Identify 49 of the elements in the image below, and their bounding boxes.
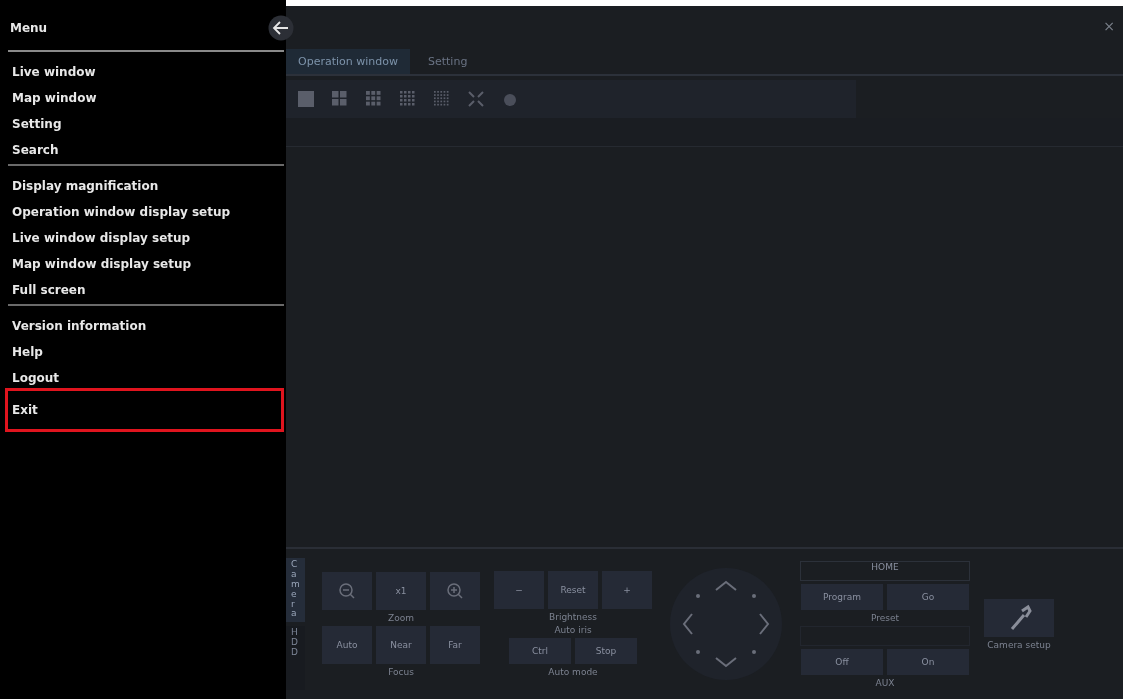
focus-button[interactable]: Auto bbox=[322, 625, 372, 664]
brightness-button[interactable]: − bbox=[494, 571, 544, 609]
tab[interactable]: Setting bbox=[416, 49, 480, 74]
layout-grid-icon[interactable] bbox=[330, 89, 350, 109]
iris-button[interactable]: Stop bbox=[575, 638, 637, 664]
brightness-button[interactable]: + bbox=[602, 571, 652, 609]
zoom-in-button[interactable] bbox=[430, 571, 480, 610]
preset-button[interactable]: Program bbox=[801, 583, 883, 610]
menu-item[interactable]: Search bbox=[5, 134, 284, 160]
preset-button[interactable]: Go bbox=[887, 583, 969, 610]
wrench-button[interactable] bbox=[984, 598, 1054, 637]
menu-item[interactable]: Map window bbox=[5, 82, 284, 108]
menu-item[interactable]: Display magnification bbox=[5, 170, 284, 196]
group-label: Camera setup bbox=[987, 639, 1051, 650]
menu-item[interactable]: Live window display setup bbox=[5, 222, 284, 248]
tab[interactable]: Operation window bbox=[286, 49, 410, 74]
zoom-button[interactable]: x1 bbox=[376, 571, 426, 610]
focus-button[interactable]: Near bbox=[376, 625, 426, 664]
menu-item[interactable]: Map window display setup bbox=[5, 248, 284, 274]
focus-button[interactable]: Far bbox=[430, 625, 480, 664]
brightness-button[interactable]: Reset bbox=[548, 571, 598, 609]
group-label: Preset bbox=[870, 612, 900, 623]
aux-button[interactable]: On bbox=[887, 648, 969, 675]
fullscreen-icon[interactable] bbox=[466, 89, 486, 109]
layout-grid-icon[interactable] bbox=[432, 89, 452, 109]
close-button[interactable]: × bbox=[1103, 18, 1115, 34]
menu-title: Menu bbox=[9, 21, 48, 35]
layout-grid-icon[interactable] bbox=[398, 89, 418, 109]
group-label: Brightness bbox=[549, 612, 597, 622]
menu-item[interactable]: Help bbox=[5, 336, 284, 362]
aux-button[interactable]: Off bbox=[801, 648, 883, 675]
group-label: Zoom bbox=[388, 612, 414, 623]
menu-item[interactable]: Version information bbox=[5, 310, 284, 336]
group-label: Auto mode bbox=[548, 667, 598, 677]
group-label: AUX bbox=[875, 677, 895, 688]
side-tab[interactable]: Camera bbox=[286, 558, 305, 622]
iris-button[interactable]: Ctrl bbox=[509, 638, 571, 664]
group-label: Focus bbox=[388, 666, 414, 677]
menu-item[interactable]: Live window bbox=[5, 56, 284, 82]
zoom-out-button[interactable] bbox=[322, 571, 372, 610]
menu-item[interactable]: Full screen bbox=[5, 274, 284, 300]
group-label: Auto iris bbox=[554, 625, 592, 635]
layout-grid-icon[interactable] bbox=[364, 89, 384, 109]
menu-item[interactable]: Setting bbox=[5, 108, 284, 134]
menu-item[interactable]: Logout bbox=[5, 362, 284, 388]
preset-dropdown[interactable]: HOME bbox=[800, 560, 970, 581]
menu-item[interactable]: Exit bbox=[5, 388, 284, 432]
menu-item[interactable]: Operation window display setup bbox=[5, 196, 284, 222]
layout-grid-icon[interactable] bbox=[296, 89, 316, 109]
